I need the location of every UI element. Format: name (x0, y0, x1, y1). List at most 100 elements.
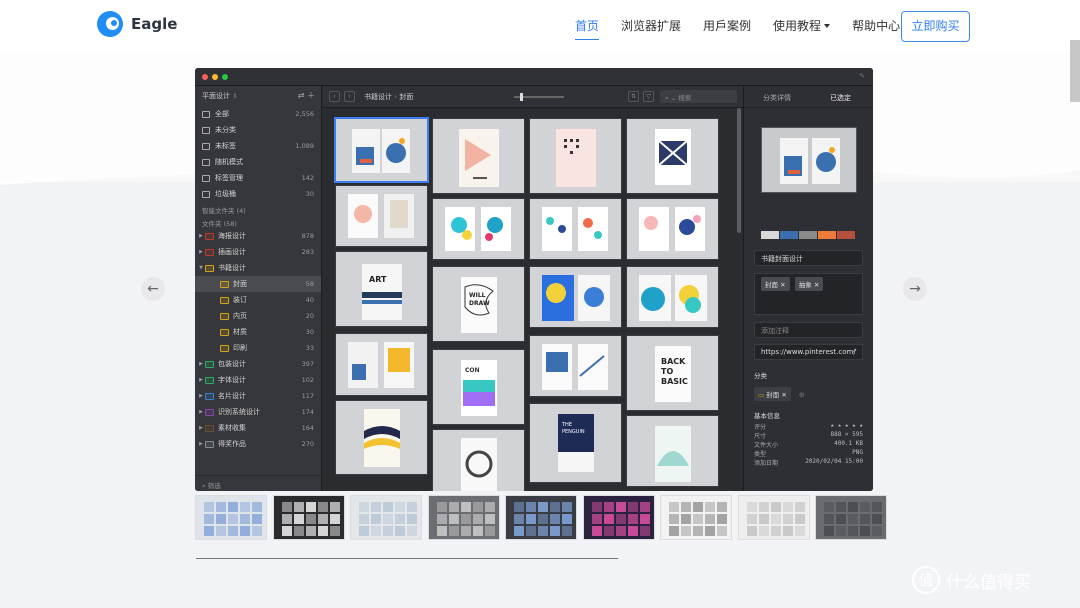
nav-link-browser-extension[interactable]: 浏览器扩展 (621, 17, 681, 40)
external-link-icon[interactable]: ↗ (851, 347, 857, 355)
screenshot-thumbnail[interactable] (582, 495, 655, 540)
remove-folder-icon[interactable]: ✕ (781, 391, 786, 399)
note-field[interactable]: 添加注释 (754, 322, 863, 338)
eagle-logo[interactable]: Eagle (97, 11, 177, 37)
tab-selected[interactable]: 已选定 (830, 93, 851, 103)
folder-item[interactable]: 材质 30 (195, 324, 321, 340)
asset-thumbnail[interactable] (529, 118, 622, 194)
folder-item[interactable]: 装订 40 (195, 292, 321, 308)
folder-item[interactable]: ▶ 字体设计 102 (195, 372, 321, 388)
sidebar-item[interactable]: 未分类 (195, 122, 321, 138)
asset-thumbnail[interactable]: THE PENGUIN (529, 403, 622, 483)
asset-thumbnail[interactable] (529, 266, 622, 328)
buy-now-button[interactable]: 立即购买 (901, 11, 970, 42)
asset-thumbnail[interactable] (626, 415, 719, 487)
arrow-right-icon[interactable]: → (903, 277, 927, 301)
folder-item[interactable]: ▶ 包装设计 397 (195, 356, 321, 372)
nav-link-tutorials[interactable]: 使用教程 (773, 17, 831, 40)
chevron-right-icon[interactable]: ▶ (197, 393, 205, 399)
minimize-window-icon[interactable] (212, 74, 218, 80)
chevron-right-icon[interactable]: ▶ (197, 441, 205, 447)
add-folder-icon[interactable]: ⊕ (799, 391, 805, 399)
asset-thumbnail[interactable] (626, 266, 719, 328)
asset-thumbnail[interactable] (335, 400, 428, 475)
smart-folders-header[interactable]: 智能文件夹 (4) (195, 202, 321, 215)
close-window-icon[interactable] (202, 74, 208, 80)
grid-scrollbar[interactable] (737, 108, 741, 233)
color-swatch[interactable] (761, 231, 779, 239)
asset-thumbnail[interactable] (335, 185, 428, 247)
sidebar-item[interactable]: 全部 2,556 (195, 106, 321, 122)
chevron-right-icon[interactable]: ▶ (197, 377, 205, 383)
asset-thumbnail[interactable] (626, 198, 719, 260)
folder-item[interactable]: ▶ 插画设计 283 (195, 244, 321, 260)
asset-thumbnail[interactable] (432, 118, 525, 194)
chevron-right-icon[interactable]: ▶ (197, 233, 205, 239)
asset-thumbnail[interactable]: WILL DRAW (432, 266, 525, 342)
asset-thumbnail-selected[interactable] (334, 117, 429, 183)
asset-thumbnail[interactable]: CON (432, 349, 525, 425)
filter-icon[interactable]: ▽ (643, 91, 654, 102)
asset-thumbnail[interactable]: BACK TO BASIC (626, 335, 719, 411)
sidebar-item[interactable]: 标签管理 142 (195, 170, 321, 186)
asset-thumbnail[interactable] (626, 118, 719, 194)
screenshot-thumbnail[interactable] (505, 495, 577, 540)
folder-item[interactable]: ▶ 得奖作品 270 (195, 436, 321, 452)
folder-item[interactable]: 内页 20 (195, 308, 321, 324)
forward-icon[interactable]: › (344, 91, 355, 102)
asset-thumbnail[interactable]: ART (335, 251, 428, 327)
screenshot-thumbnail[interactable] (350, 495, 422, 540)
chevron-down-icon[interactable]: ▼ (197, 265, 205, 271)
asset-thumbnail[interactable] (432, 198, 525, 260)
sort-icon[interactable]: ⇅ (628, 91, 639, 102)
maximize-window-icon[interactable] (222, 74, 228, 80)
screenshot-thumbnail[interactable] (660, 495, 732, 540)
sidebar-item[interactable]: 未标签 1,089 (195, 138, 321, 154)
asset-thumbnail[interactable] (335, 333, 428, 396)
url-field[interactable]: https://www.pinterest.com/↗ (754, 344, 863, 360)
asset-thumbnail[interactable] (529, 198, 622, 260)
folders-header[interactable]: 文件夹 (58) (195, 215, 321, 228)
tag-chip[interactable]: 封面 ✕ (761, 277, 790, 291)
color-swatch[interactable] (799, 231, 817, 239)
arrow-left-icon[interactable]: ← (141, 277, 165, 301)
color-swatch[interactable] (780, 231, 798, 239)
nav-link-home[interactable]: 首页 (575, 17, 600, 40)
folder-item[interactable]: ▶ 名片设计 117 (195, 388, 321, 404)
nav-link-help-center[interactable]: 帮助中心 (852, 17, 900, 40)
breadcrumb-parent[interactable]: 书籍设计 (364, 93, 392, 101)
asset-name-field[interactable]: 书籍封面设计 (754, 250, 863, 266)
back-icon[interactable]: ‹ (329, 91, 340, 102)
chevron-right-icon[interactable]: ▶ (197, 409, 205, 415)
breadcrumb-current[interactable]: 封面 (399, 93, 413, 101)
chevron-right-icon[interactable]: ▶ (197, 425, 205, 431)
sync-icon[interactable]: ⇄ ＋ (298, 90, 315, 101)
sidebar-item[interactable]: 垃圾桶 30 (195, 186, 321, 202)
screenshot-thumbnail[interactable] (427, 495, 500, 540)
screenshot-thumbnail[interactable] (272, 495, 345, 540)
tags-field[interactable]: 封面 ✕ 抽象 ✕ (754, 273, 863, 315)
chevron-right-icon[interactable]: ▶ (197, 361, 205, 367)
page-scrollbar[interactable] (1070, 40, 1080, 102)
pin-icon[interactable]: ✎ (859, 72, 865, 80)
asset-thumbnail[interactable] (432, 429, 525, 491)
screenshot-thumbnail[interactable] (195, 495, 267, 540)
folder-item[interactable]: 印刷 33 (195, 340, 321, 356)
sidebar-filter[interactable]: ⌕ 筛选 (195, 475, 322, 491)
remove-tag-icon[interactable]: ✕ (814, 281, 819, 289)
sidebar-item[interactable]: 随机模式 (195, 154, 321, 170)
tag-chip[interactable]: 抽象 ✕ (794, 277, 824, 291)
folder-item[interactable]: 封面 58 (195, 276, 321, 292)
asset-thumbnail[interactable] (529, 335, 622, 397)
tab-folder-details[interactable]: 分类详情 (763, 93, 791, 103)
folder-chip[interactable]: ▭ 封面 ✕ (754, 387, 791, 401)
color-swatch[interactable] (818, 231, 836, 239)
screenshot-thumbnail[interactable] (815, 495, 887, 540)
folder-item[interactable]: ▼ 书籍设计 (195, 260, 321, 276)
nav-link-user-cases[interactable]: 用戶案例 (703, 17, 751, 40)
library-switcher[interactable]: 平面设计 ⇕ ⇄ ＋ (195, 86, 321, 106)
folder-item[interactable]: ▶ 素材收集 164 (195, 420, 321, 436)
search-input[interactable]: ⌕ ⌄ 搜索 (660, 90, 737, 103)
chevron-right-icon[interactable]: ▶ (197, 249, 205, 255)
thumbnail-size-slider[interactable] (514, 93, 564, 101)
